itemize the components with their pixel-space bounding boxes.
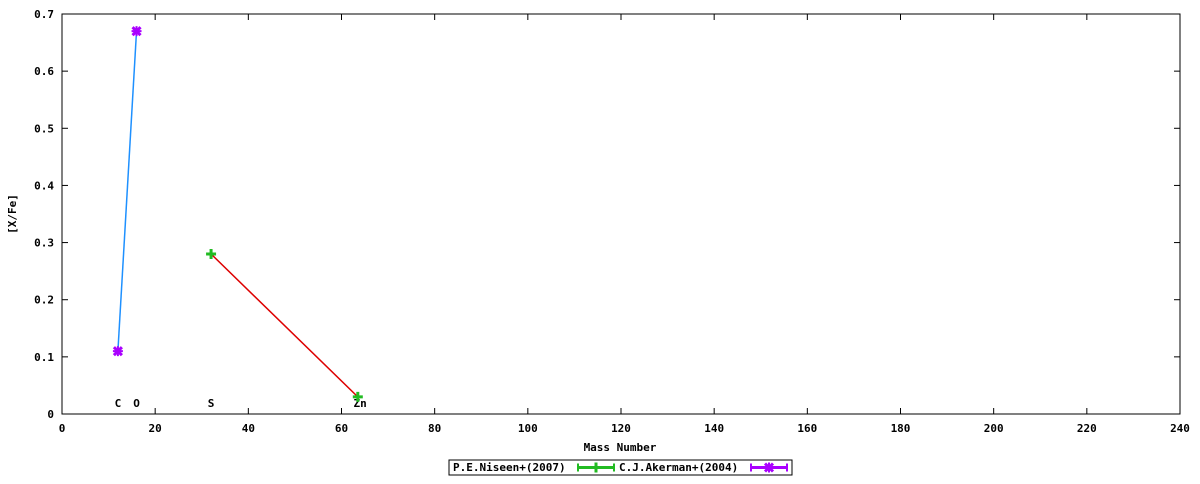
x-tick-label: 200: [984, 422, 1004, 435]
legend-marker-2: [763, 462, 775, 473]
legend-label-1: P.E.Niseen+(2007): [453, 461, 566, 474]
axes-layer: [61, 13, 1181, 415]
data-point: [112, 346, 123, 357]
y-tick-label: 0.1: [34, 351, 54, 364]
legend-label-2: C.J.Akerman+(2004): [619, 461, 738, 474]
x-tick-label: 80: [428, 422, 441, 435]
x-axis-label: Mass Number: [584, 441, 657, 454]
y-axis-label: [X/Fe]: [6, 194, 19, 234]
element-label: C: [115, 397, 122, 410]
x-tick-label: 20: [149, 422, 162, 435]
x-tick-label: 100: [518, 422, 538, 435]
y-tick-label: 0.3: [34, 237, 54, 250]
chart-container: 0 20 40 60 80 100 120 140 160 180 200 220 240 0 0.1 0.2…: [0, 0, 1200, 480]
series-line-2: [117, 31, 138, 352]
element-label: O: [133, 397, 140, 410]
y-tick-label: 0.6: [34, 65, 54, 78]
chart-svg: 0 20 40 60 80 100 120 140 160 180 200 220 240 0 0.1 0.2…: [6, 8, 1190, 476]
x-tick-label: 140: [704, 422, 724, 435]
x-tick-label: 60: [335, 422, 348, 435]
series-line-1: [210, 253, 359, 398]
element-label: S: [208, 397, 215, 410]
x-tick-label: 120: [611, 422, 631, 435]
labels-layer: C O S Zn: [115, 397, 367, 410]
x-tick-label: 0: [59, 422, 66, 435]
y-tick-label: 0: [47, 408, 54, 421]
data-point: [131, 26, 142, 37]
ticks-layer: 0 20 40 60 80 100 120 140 160 180 200 220 240 0 0.1 0.2…: [34, 8, 1190, 435]
y-tick-label: 0.2: [34, 294, 54, 307]
legend-layer: P.E.Niseen+(2007) C.J.Akerman+(2004): [448, 459, 793, 476]
plot-frame: [61, 13, 1181, 415]
y-tick-label: 0.4: [34, 179, 54, 192]
element-label: Zn: [354, 397, 367, 410]
series-layer: [112, 26, 363, 402]
x-tick-label: 40: [242, 422, 255, 435]
x-tick-label: 220: [1077, 422, 1097, 435]
y-tick-label: 0.7: [34, 8, 54, 21]
x-tick-label: 240: [1170, 422, 1190, 435]
x-tick-label: 160: [797, 422, 817, 435]
x-tick-label: 180: [891, 422, 911, 435]
y-tick-label: 0.5: [34, 122, 54, 135]
